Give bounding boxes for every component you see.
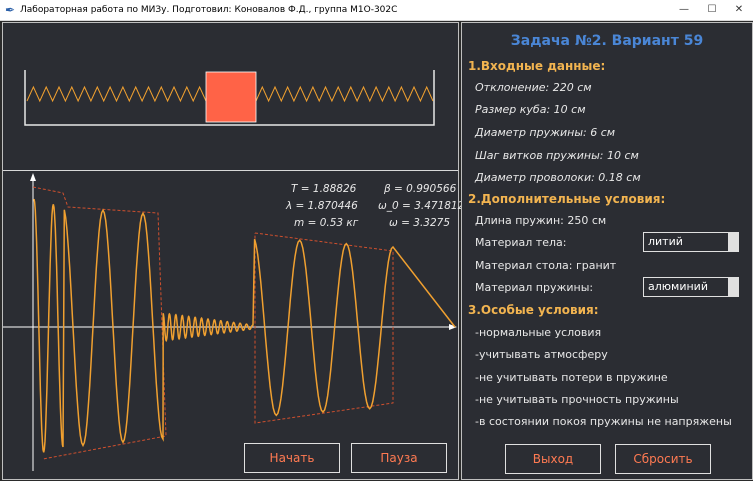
param-omega: ω = 3.3275	[389, 217, 451, 229]
start-button[interactable]: Начать	[244, 443, 340, 473]
minimize-button[interactable]: —	[670, 1, 698, 19]
body-material-value: литий	[648, 235, 683, 248]
param-period: T = 1.88826	[291, 183, 357, 195]
exit-button[interactable]: Выход	[505, 444, 601, 474]
deviation-text: Отклонение: 220 см	[475, 81, 592, 94]
spring-animation	[24, 70, 435, 126]
body-material-select[interactable]: литий	[643, 232, 739, 252]
app-feather-icon: ✒	[5, 3, 16, 17]
section-extra-conditions: 2.Дополнительные условия:	[468, 192, 666, 206]
y-axis-arrow	[30, 173, 36, 181]
param-mass: m = 0.53 кг	[294, 217, 359, 229]
param-omega0: ω_0 = 3.471812	[378, 200, 465, 212]
envelope-segment-2	[254, 232, 394, 424]
condition-normal: -нормальные условия	[475, 326, 602, 339]
body-material-label: Материал тела:	[475, 236, 567, 249]
wire-diameter-text: Диаметр проволоки: 0.18 см	[475, 171, 641, 184]
condition-atmosphere: -учитывать атмосферу	[475, 348, 608, 361]
cube-size-text: Размер куба: 10 см	[475, 103, 586, 116]
close-button[interactable]: ✕	[725, 1, 753, 19]
cube	[205, 71, 257, 123]
table-material-text: Материал стола: гранит	[475, 259, 617, 272]
param-beta: β = 0.990566	[384, 183, 457, 195]
task-title: Задача №2. Вариант 59	[510, 33, 704, 49]
window-title: Лабораторная работа по МИЗу. Подготовил:…	[20, 5, 398, 15]
title-bar: ✒ Лабораторная работа по МИЗу. Подготови…	[0, 0, 753, 21]
reset-button[interactable]: Сбросить	[615, 444, 711, 474]
oscillation-curve	[33, 198, 456, 453]
spring-material-value: алюминий	[648, 280, 708, 293]
spring-material-select[interactable]: алюминий	[643, 277, 739, 297]
right-spring	[255, 85, 434, 103]
spring-diameter-text: Диаметр пружины: 6 см	[475, 126, 616, 139]
simulation-panel: T = 1.88826 β = 0.990566 λ = 1.870446 ω_…	[2, 22, 464, 480]
condition-not-tensioned: -в состоянии покоя пружины не напряжены	[475, 415, 732, 428]
spring-length-text: Длина пружин: 250 см	[475, 214, 607, 227]
param-lambda: λ = 1.870446	[286, 200, 358, 212]
left-spring	[26, 85, 207, 103]
app-content: T = 1.88826 β = 0.990566 λ = 1.870446 ω_…	[0, 21, 753, 481]
condition-no-losses: -не учитывать потери в пружине	[475, 371, 668, 384]
dropdown-arrow-icon[interactable]	[728, 233, 738, 251]
task-panel: Задача №2. Вариант 59 1.Входные данные: …	[461, 22, 753, 480]
dropdown-arrow-icon[interactable]	[728, 278, 738, 296]
spring-material-label: Материал пружины:	[475, 281, 594, 294]
coil-pitch-text: Шаг витков пружины: 10 см	[475, 149, 639, 162]
section-input-data: 1.Входные данные:	[468, 59, 606, 73]
condition-no-strength: -не учитывать прочность пружины	[475, 393, 679, 406]
section-special-conditions: 3.Особые условия:	[468, 303, 599, 317]
maximize-button[interactable]: ☐	[698, 1, 726, 19]
pause-button[interactable]: Пауза	[351, 443, 447, 473]
